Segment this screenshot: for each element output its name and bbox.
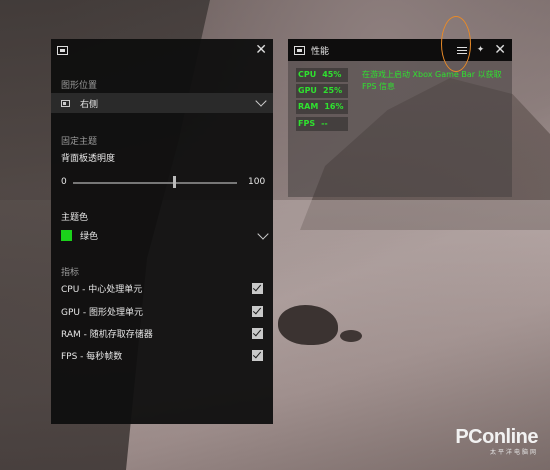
stat-gpu: GPU 25% — [298, 86, 342, 95]
performance-settings-panel: ✕ 图形位置 右侧 固定主题 背面板透明度 0 100 主题色 绿色 指标 CP… — [51, 39, 273, 424]
stat-cpu-value: 45% — [322, 70, 342, 79]
stat-gpu-value: 25% — [322, 86, 343, 95]
graph-position-value: 右侧 — [80, 99, 99, 110]
opacity-slider-thumb[interactable] — [173, 176, 176, 188]
metric-gpu-checkbox[interactable] — [252, 306, 263, 317]
stat-ram: RAM 16% — [298, 102, 343, 111]
background-rock — [278, 305, 338, 345]
stat-fps: FPS -- — [298, 119, 328, 128]
stat-cpu: CPU 45% — [298, 70, 341, 79]
metric-ram-checkbox[interactable] — [252, 328, 263, 339]
metric-cpu-label: CPU - 中心处理单元 — [61, 285, 143, 295]
close-icon[interactable]: ✕ — [255, 43, 267, 57]
chevron-down-icon — [255, 95, 267, 107]
metric-gpu-label: GPU - 图形处理单元 — [61, 308, 143, 318]
stat-cpu-name: CPU — [298, 70, 317, 79]
stat-fps-name: FPS — [298, 119, 316, 128]
watermark-brand: PConline — [455, 426, 538, 448]
stat-gpu-name: GPU — [298, 86, 317, 95]
metric-row-cpu[interactable]: CPU - 中心处理单元 — [61, 282, 263, 295]
stat-ram-value: 16% — [324, 102, 344, 111]
stat-fps-value: -- — [321, 119, 328, 128]
metric-fps-label: FPS - 每秒帧数 — [61, 352, 123, 362]
position-icon — [61, 99, 70, 107]
settings-titlebar: ✕ — [51, 39, 273, 61]
metric-row-fps[interactable]: FPS - 每秒帧数 — [61, 349, 263, 362]
highlight-circle — [441, 16, 471, 72]
widget-icon — [294, 45, 305, 55]
slider-min-label: 0 — [61, 177, 67, 187]
metrics-label: 指标 — [61, 268, 80, 278]
opacity-slider-track[interactable] — [73, 182, 237, 184]
accent-color-label: 主题色 — [61, 213, 89, 223]
stat-ram-name: RAM — [298, 102, 319, 111]
widget-icon — [57, 45, 68, 55]
metric-row-ram[interactable]: RAM - 随机存取存储器 — [61, 327, 263, 340]
performance-titlebar: 性能 ✦ ✕ — [288, 39, 512, 61]
watermark: PConline 太平洋电脑网 — [455, 426, 538, 456]
metric-fps-checkbox[interactable] — [252, 350, 263, 361]
pin-icon[interactable]: ✦ — [477, 45, 485, 55]
chevron-down-icon — [257, 227, 269, 240]
theme-label: 固定主题 — [61, 137, 98, 147]
background-rock-small — [340, 330, 362, 342]
slider-max-label: 100 — [248, 177, 266, 187]
close-icon[interactable]: ✕ — [494, 43, 506, 57]
performance-title: 性能 — [311, 46, 330, 57]
metric-cpu-checkbox[interactable] — [252, 283, 263, 294]
accent-color-swatch — [61, 230, 72, 241]
graph-position-label: 图形位置 — [61, 81, 98, 91]
graph-position-dropdown[interactable]: 右侧 — [51, 93, 273, 113]
accent-color-value: 绿色 — [80, 232, 99, 242]
fps-hint-text: 在游戏上启动 Xbox Game Bar 以获取 FPS 信息 — [362, 70, 502, 91]
metric-ram-label: RAM - 随机存取存储器 — [61, 330, 153, 340]
opacity-label: 背面板透明度 — [61, 154, 116, 164]
accent-color-dropdown[interactable]: 绿色 — [61, 227, 269, 242]
metric-row-gpu[interactable]: GPU - 图形处理单元 — [61, 305, 263, 318]
